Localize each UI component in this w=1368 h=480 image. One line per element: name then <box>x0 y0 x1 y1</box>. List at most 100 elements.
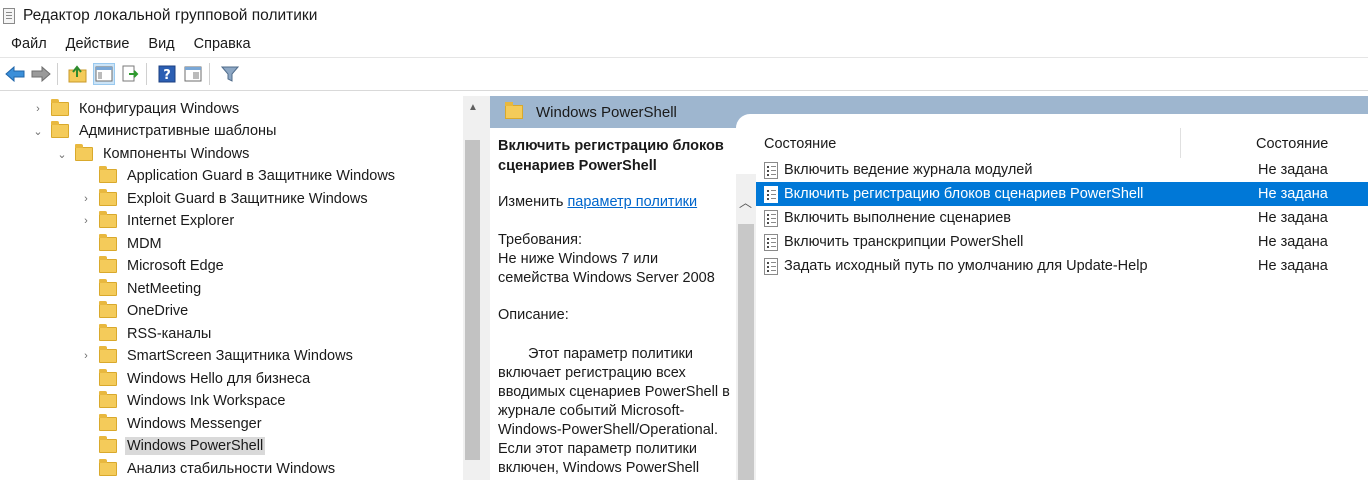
toolbar: ? <box>0 57 1368 91</box>
settings-list: Состояние Состояние Включить ведение жур… <box>756 128 1368 480</box>
details-pane: Windows PowerShell Включить регистрацию … <box>490 96 1368 480</box>
list-row[interactable]: Задать исходный путь по умолчанию для Up… <box>756 254 1368 278</box>
scroll-thumb[interactable] <box>465 140 480 460</box>
svg-text:?: ? <box>163 68 171 83</box>
tree-item[interactable]: ⌄ Компоненты Windows <box>57 143 251 165</box>
tree-item[interactable]: Windows Messenger <box>81 413 264 435</box>
menu-action[interactable]: Действие <box>56 36 139 52</box>
tree-item-label: Административные шаблоны <box>79 123 277 139</box>
setting-state: Не задана <box>1258 210 1328 226</box>
tree-item[interactable]: › Конфигурация Windows <box>33 98 241 120</box>
edit-policy-line: Изменить параметр политики <box>498 194 697 210</box>
tree-item-label: Windows Messenger <box>127 416 262 432</box>
show-hide-tree-icon[interactable] <box>93 63 115 85</box>
chevron-right-icon[interactable]: › <box>33 103 43 115</box>
tree-pane[interactable]: › Конфигурация Windows ⌄ Административны… <box>0 96 482 480</box>
chevron-right-icon[interactable]: › <box>81 350 91 362</box>
tree-item-label: Windows Hello для бизнеса <box>127 371 311 387</box>
folder-icon <box>99 391 117 408</box>
toolbar-separator <box>57 63 58 85</box>
tree-item-label: Microsoft Edge <box>127 258 224 274</box>
requirements-text: Не ниже Windows 7 или семейства Windows … <box>498 251 715 286</box>
tree-item-label: Application Guard в Защитнике Windows <box>127 168 396 184</box>
tree-item[interactable]: RSS-каналы <box>81 323 213 345</box>
list-row[interactable]: Включить ведение журнала модулей Не зада… <box>756 158 1368 182</box>
description-scrollbar[interactable]: ︿ <box>736 174 756 480</box>
scroll-thumb[interactable] <box>738 224 754 480</box>
tree-item[interactable]: ⌄ Административные шаблоны <box>33 120 278 142</box>
folder-icon <box>505 102 523 119</box>
list-row[interactable]: Включить выполнение сценариев Не задана <box>756 206 1368 230</box>
folder-icon <box>99 414 117 431</box>
pane-splitter[interactable] <box>482 96 490 480</box>
export-list-icon[interactable] <box>119 63 141 85</box>
title-bar: Редактор локальной групповой политики <box>0 0 1368 31</box>
folder-icon <box>99 324 117 341</box>
scroll-up-icon[interactable]: ▲ <box>468 102 478 113</box>
tree-item[interactable]: Application Guard в Защитнике Windows <box>81 165 397 187</box>
edit-policy-link[interactable]: параметр политики <box>567 194 697 210</box>
tree-item-selected[interactable]: Windows PowerShell <box>81 435 266 457</box>
policy-setting-icon <box>764 185 778 203</box>
list-row[interactable]: Включить транскрипции PowerShell Не зада… <box>756 230 1368 254</box>
tree-item-label: NetMeeting <box>127 281 202 297</box>
tree-item[interactable]: OneDrive <box>81 300 190 322</box>
up-folder-icon[interactable] <box>67 63 89 85</box>
tree-item[interactable]: NetMeeting <box>81 278 203 300</box>
column-header-state[interactable]: Состояние <box>1256 136 1328 152</box>
tree-item-label: Компоненты Windows <box>103 146 250 162</box>
folder-icon <box>99 279 117 296</box>
tree-item[interactable]: Microsoft Edge <box>81 255 226 277</box>
folder-icon <box>99 234 117 251</box>
setting-name: Включить выполнение сценариев <box>784 210 1011 226</box>
setting-name: Задать исходный путь по умолчанию для Up… <box>784 258 1148 274</box>
menu-file[interactable]: Файл <box>0 36 56 52</box>
tree-item-label: Exploit Guard в Защитнике Windows <box>127 191 368 207</box>
properties-icon[interactable] <box>182 63 204 85</box>
help-icon[interactable]: ? <box>156 63 178 85</box>
setting-state: Не задана <box>1258 258 1328 274</box>
back-icon[interactable] <box>4 63 26 85</box>
policy-title: Включить регистрацию блоков сценариев Po… <box>498 138 724 174</box>
folder-icon <box>99 346 117 363</box>
tree-item-label: Анализ стабильности Windows <box>127 461 336 477</box>
tree-item-label: OneDrive <box>127 303 189 319</box>
app-icon <box>3 7 15 24</box>
chevron-right-icon[interactable]: › <box>81 193 91 205</box>
policy-setting-icon <box>764 161 778 179</box>
folder-icon <box>99 256 117 273</box>
policy-setting-icon <box>764 257 778 275</box>
tree-scrollbar[interactable]: ▲ <box>463 96 482 480</box>
folder-icon <box>51 99 69 116</box>
column-divider[interactable] <box>1180 128 1181 158</box>
folder-icon <box>99 166 117 183</box>
tree-item[interactable]: Анализ стабильности Windows <box>81 458 337 480</box>
tree-item[interactable]: › Exploit Guard в Защитнике Windows <box>81 188 370 210</box>
description-heading: Описание: <box>498 307 569 323</box>
menu-bar: Файл Действие Вид Справка <box>0 31 1368 57</box>
chevron-right-icon[interactable]: › <box>81 215 91 227</box>
tree-item[interactable]: › Internet Explorer <box>81 210 236 232</box>
tree-item-label: SmartScreen Защитника Windows <box>127 348 353 364</box>
forward-icon[interactable] <box>30 63 52 85</box>
menu-help[interactable]: Справка <box>184 36 260 52</box>
column-header-setting[interactable]: Состояние <box>764 136 836 152</box>
tree-item-label: MDM <box>127 236 162 252</box>
folder-icon <box>99 459 117 476</box>
chevron-up-icon[interactable]: ︿ <box>739 192 752 211</box>
folder-icon <box>99 369 117 386</box>
list-row-selected[interactable]: Включить регистрацию блоков сценариев Po… <box>756 182 1368 206</box>
policy-setting-icon <box>764 209 778 227</box>
tree-item[interactable]: Windows Hello для бизнеса <box>81 368 312 390</box>
folder-icon <box>51 121 69 138</box>
tree-item[interactable]: Windows Ink Workspace <box>81 390 287 412</box>
tree-item[interactable]: MDM <box>81 233 164 255</box>
menu-view[interactable]: Вид <box>138 36 183 52</box>
toolbar-separator <box>146 63 147 85</box>
filter-icon[interactable] <box>219 63 241 85</box>
folder-icon <box>99 301 117 318</box>
tree-item[interactable]: › SmartScreen Защитника Windows <box>81 345 355 367</box>
chevron-down-icon[interactable]: ⌄ <box>33 125 43 138</box>
chevron-down-icon[interactable]: ⌄ <box>57 148 67 161</box>
toolbar-separator <box>209 63 210 85</box>
